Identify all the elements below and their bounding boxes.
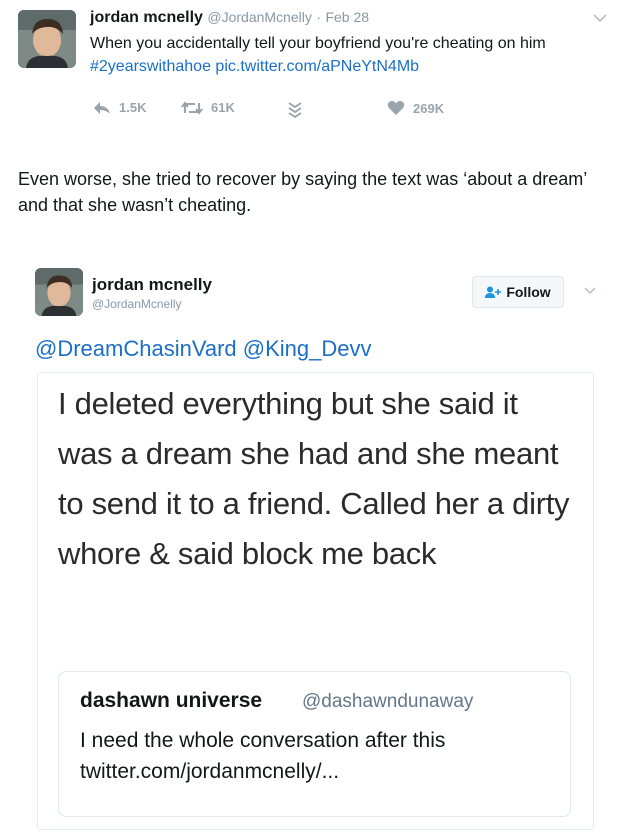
article-caption: Even worse, she tried to recover by sayi… xyxy=(18,169,587,215)
direct-message-icon xyxy=(288,102,302,118)
reply-count: 1.5K xyxy=(119,100,147,115)
retweet-icon xyxy=(181,100,203,115)
retweet-button[interactable]: 61K xyxy=(181,100,235,115)
profile-photo-icon xyxy=(18,10,76,68)
tweet-1: jordan mcnelly @JordanMcnelly · Feb 28 W… xyxy=(0,0,630,140)
follow-button[interactable]: Follow xyxy=(472,276,564,308)
tweet-date[interactable]: Feb 28 xyxy=(325,9,369,25)
heart-icon xyxy=(387,101,405,115)
direct-message-button[interactable] xyxy=(287,100,311,118)
like-button[interactable]: 269K xyxy=(387,100,444,116)
user-name[interactable]: jordan mcnelly xyxy=(92,275,212,295)
avatar[interactable] xyxy=(35,268,83,316)
quoted-tweet-text: I need the whole conversation after this… xyxy=(80,729,446,783)
screenshot-text: I deleted everything but she said it was… xyxy=(58,386,570,571)
user-handle[interactable]: @JordanMcnelly xyxy=(92,297,182,311)
tweet-text: When you accidentally tell your boyfrien… xyxy=(90,32,570,78)
chevron-down-icon[interactable] xyxy=(592,12,608,24)
chevron-down-icon[interactable] xyxy=(583,286,597,296)
user-name[interactable]: jordan mcnelly xyxy=(90,9,203,26)
media-link[interactable]: pic.twitter.com/aPNeYtN4Mb xyxy=(215,58,419,75)
reply-button[interactable]: 1.5K xyxy=(93,100,146,115)
retweet-count: 61K xyxy=(211,100,235,115)
like-count: 269K xyxy=(413,100,445,116)
reply-icon xyxy=(94,101,110,114)
quoted-tweet[interactable]: dashawn universe @dashawndunaway I need … xyxy=(58,671,571,817)
hashtag-link[interactable]: #2yearswithahoe xyxy=(90,58,211,75)
follow-label: Follow xyxy=(506,284,551,300)
profile-photo-icon xyxy=(35,268,83,316)
tweet-mentions[interactable]: @DreamChasinVard @King_Devv xyxy=(35,336,372,362)
tweet-actions: 1.5K 61K 269K xyxy=(0,100,630,124)
tweet-body: When you accidentally tell your boyfrien… xyxy=(90,35,546,52)
quoted-user-name: dashawn universe xyxy=(80,689,263,712)
add-user-icon xyxy=(485,286,502,298)
tweet-media-screenshot[interactable]: I deleted everything but she said it was… xyxy=(37,372,594,830)
meta-separator: · xyxy=(316,9,321,25)
quoted-user-handle: @dashawndunaway xyxy=(302,691,474,712)
avatar[interactable] xyxy=(18,10,76,68)
user-handle[interactable]: @JordanMcnelly xyxy=(207,9,311,25)
tweet-header: jordan mcnelly @JordanMcnelly · Feb 28 xyxy=(90,9,369,27)
